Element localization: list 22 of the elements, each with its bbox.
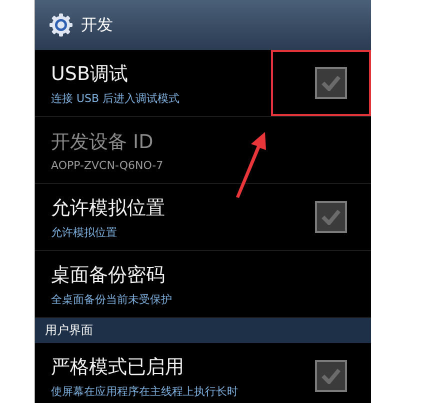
settings-icon bbox=[49, 13, 73, 37]
checkbox[interactable] bbox=[315, 360, 347, 392]
setting-summary: AOPP-ZVCN-Q6NO-7 bbox=[51, 158, 164, 172]
setting-summary: 全桌面备份当前未受保护 bbox=[51, 292, 173, 306]
checkbox[interactable] bbox=[315, 67, 347, 99]
setting-summary: 连接 USB 后进入调试模式 bbox=[51, 90, 181, 106]
setting-row[interactable]: 严格模式已启用 使屏幕在应用程序在主线程上执行长时 bbox=[35, 343, 371, 403]
setting-title: 严格模式已启用 bbox=[51, 354, 185, 380]
checkmark-icon bbox=[321, 75, 341, 91]
setting-title: USB调试 bbox=[51, 62, 130, 86]
section-title: 用户界面 bbox=[45, 322, 93, 339]
setting-summary: 使屏幕在应用程序在主线程上执行长时 bbox=[51, 384, 239, 398]
setting-summary: 允许模拟位置 bbox=[51, 224, 118, 240]
setting-row[interactable]: 允许模拟位置 允许模拟位置 bbox=[35, 184, 371, 251]
setting-title: 桌面备份密码 bbox=[51, 262, 166, 288]
setting-title: 开发设备 ID bbox=[51, 130, 154, 154]
checkmark-icon bbox=[321, 368, 341, 384]
screen-title: 开发 bbox=[81, 14, 113, 36]
checkmark-icon bbox=[321, 209, 341, 225]
checkbox[interactable] bbox=[315, 201, 347, 233]
setting-title: 允许模拟位置 bbox=[51, 196, 166, 220]
setting-row[interactable]: USB调试 连接 USB 后进入调试模式 bbox=[35, 50, 371, 117]
